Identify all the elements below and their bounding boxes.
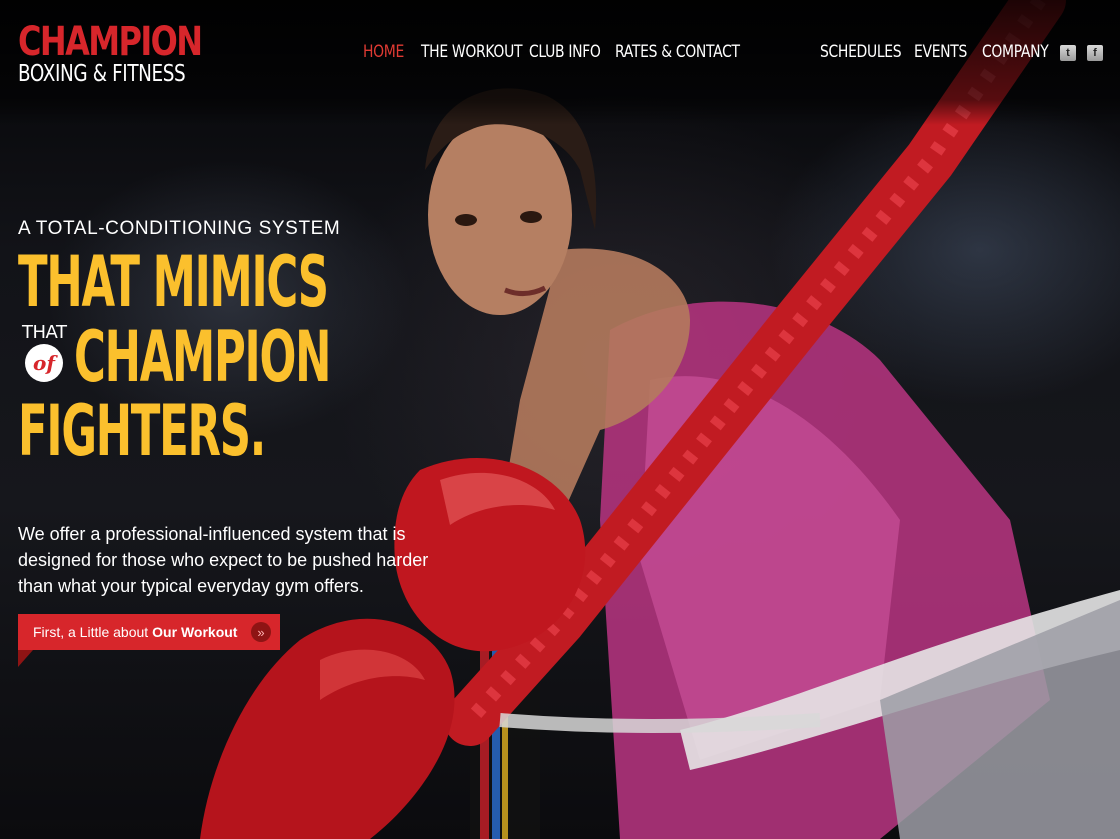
nav-item-home[interactable]: HOME xyxy=(363,42,411,62)
cta-ribbon-fold xyxy=(18,650,33,667)
nav-item-rates-contact[interactable]: RATES & CONTACT xyxy=(615,42,740,62)
hero-connector-of-badge: of xyxy=(25,344,63,382)
main-nav: HOME THE WORKOUT CLUB INFO RATES & CONTA… xyxy=(363,42,740,62)
logo-title: CHAMPION xyxy=(18,19,203,65)
cta-bold-text: Our Workout xyxy=(152,624,238,640)
hero-connector-that: THAT xyxy=(22,322,67,343)
secondary-nav: SCHEDULES EVENTS COMPANY xyxy=(820,42,1052,62)
cta-prefix-text: First, a Little about xyxy=(33,624,149,640)
nav-item-the-workout[interactable]: THE WORKOUT xyxy=(421,42,522,62)
hero-headline-line-2: CHAMPION xyxy=(74,316,331,398)
hero-headline-line-1: THAT MIMICS xyxy=(18,241,329,323)
nav-item-club-info[interactable]: CLUB INFO xyxy=(529,42,601,62)
hero-intro-text: We offer a professional-influenced syste… xyxy=(18,524,429,596)
hero-headline-line-3: FIGHTERS. xyxy=(18,390,266,472)
nav-item-company[interactable]: COMPANY xyxy=(982,42,1049,62)
facebook-icon[interactable]: f xyxy=(1087,45,1103,61)
double-chevron-right-icon: » xyxy=(251,622,271,642)
social-links: t f xyxy=(1060,45,1103,61)
logo-subtitle: BOXING & FITNESS xyxy=(18,61,186,87)
nav-item-events[interactable]: EVENTS xyxy=(914,42,970,62)
nav-item-schedules[interactable]: SCHEDULES xyxy=(820,42,902,62)
hero-kicker: A TOTAL-CONDITIONING SYSTEM xyxy=(18,218,341,239)
twitter-icon[interactable]: t xyxy=(1060,45,1076,61)
site-logo[interactable]: CHAMPION BOXING & FITNESS xyxy=(18,22,247,86)
our-workout-cta-button[interactable]: First, a Little about Our Workout » xyxy=(18,614,280,650)
